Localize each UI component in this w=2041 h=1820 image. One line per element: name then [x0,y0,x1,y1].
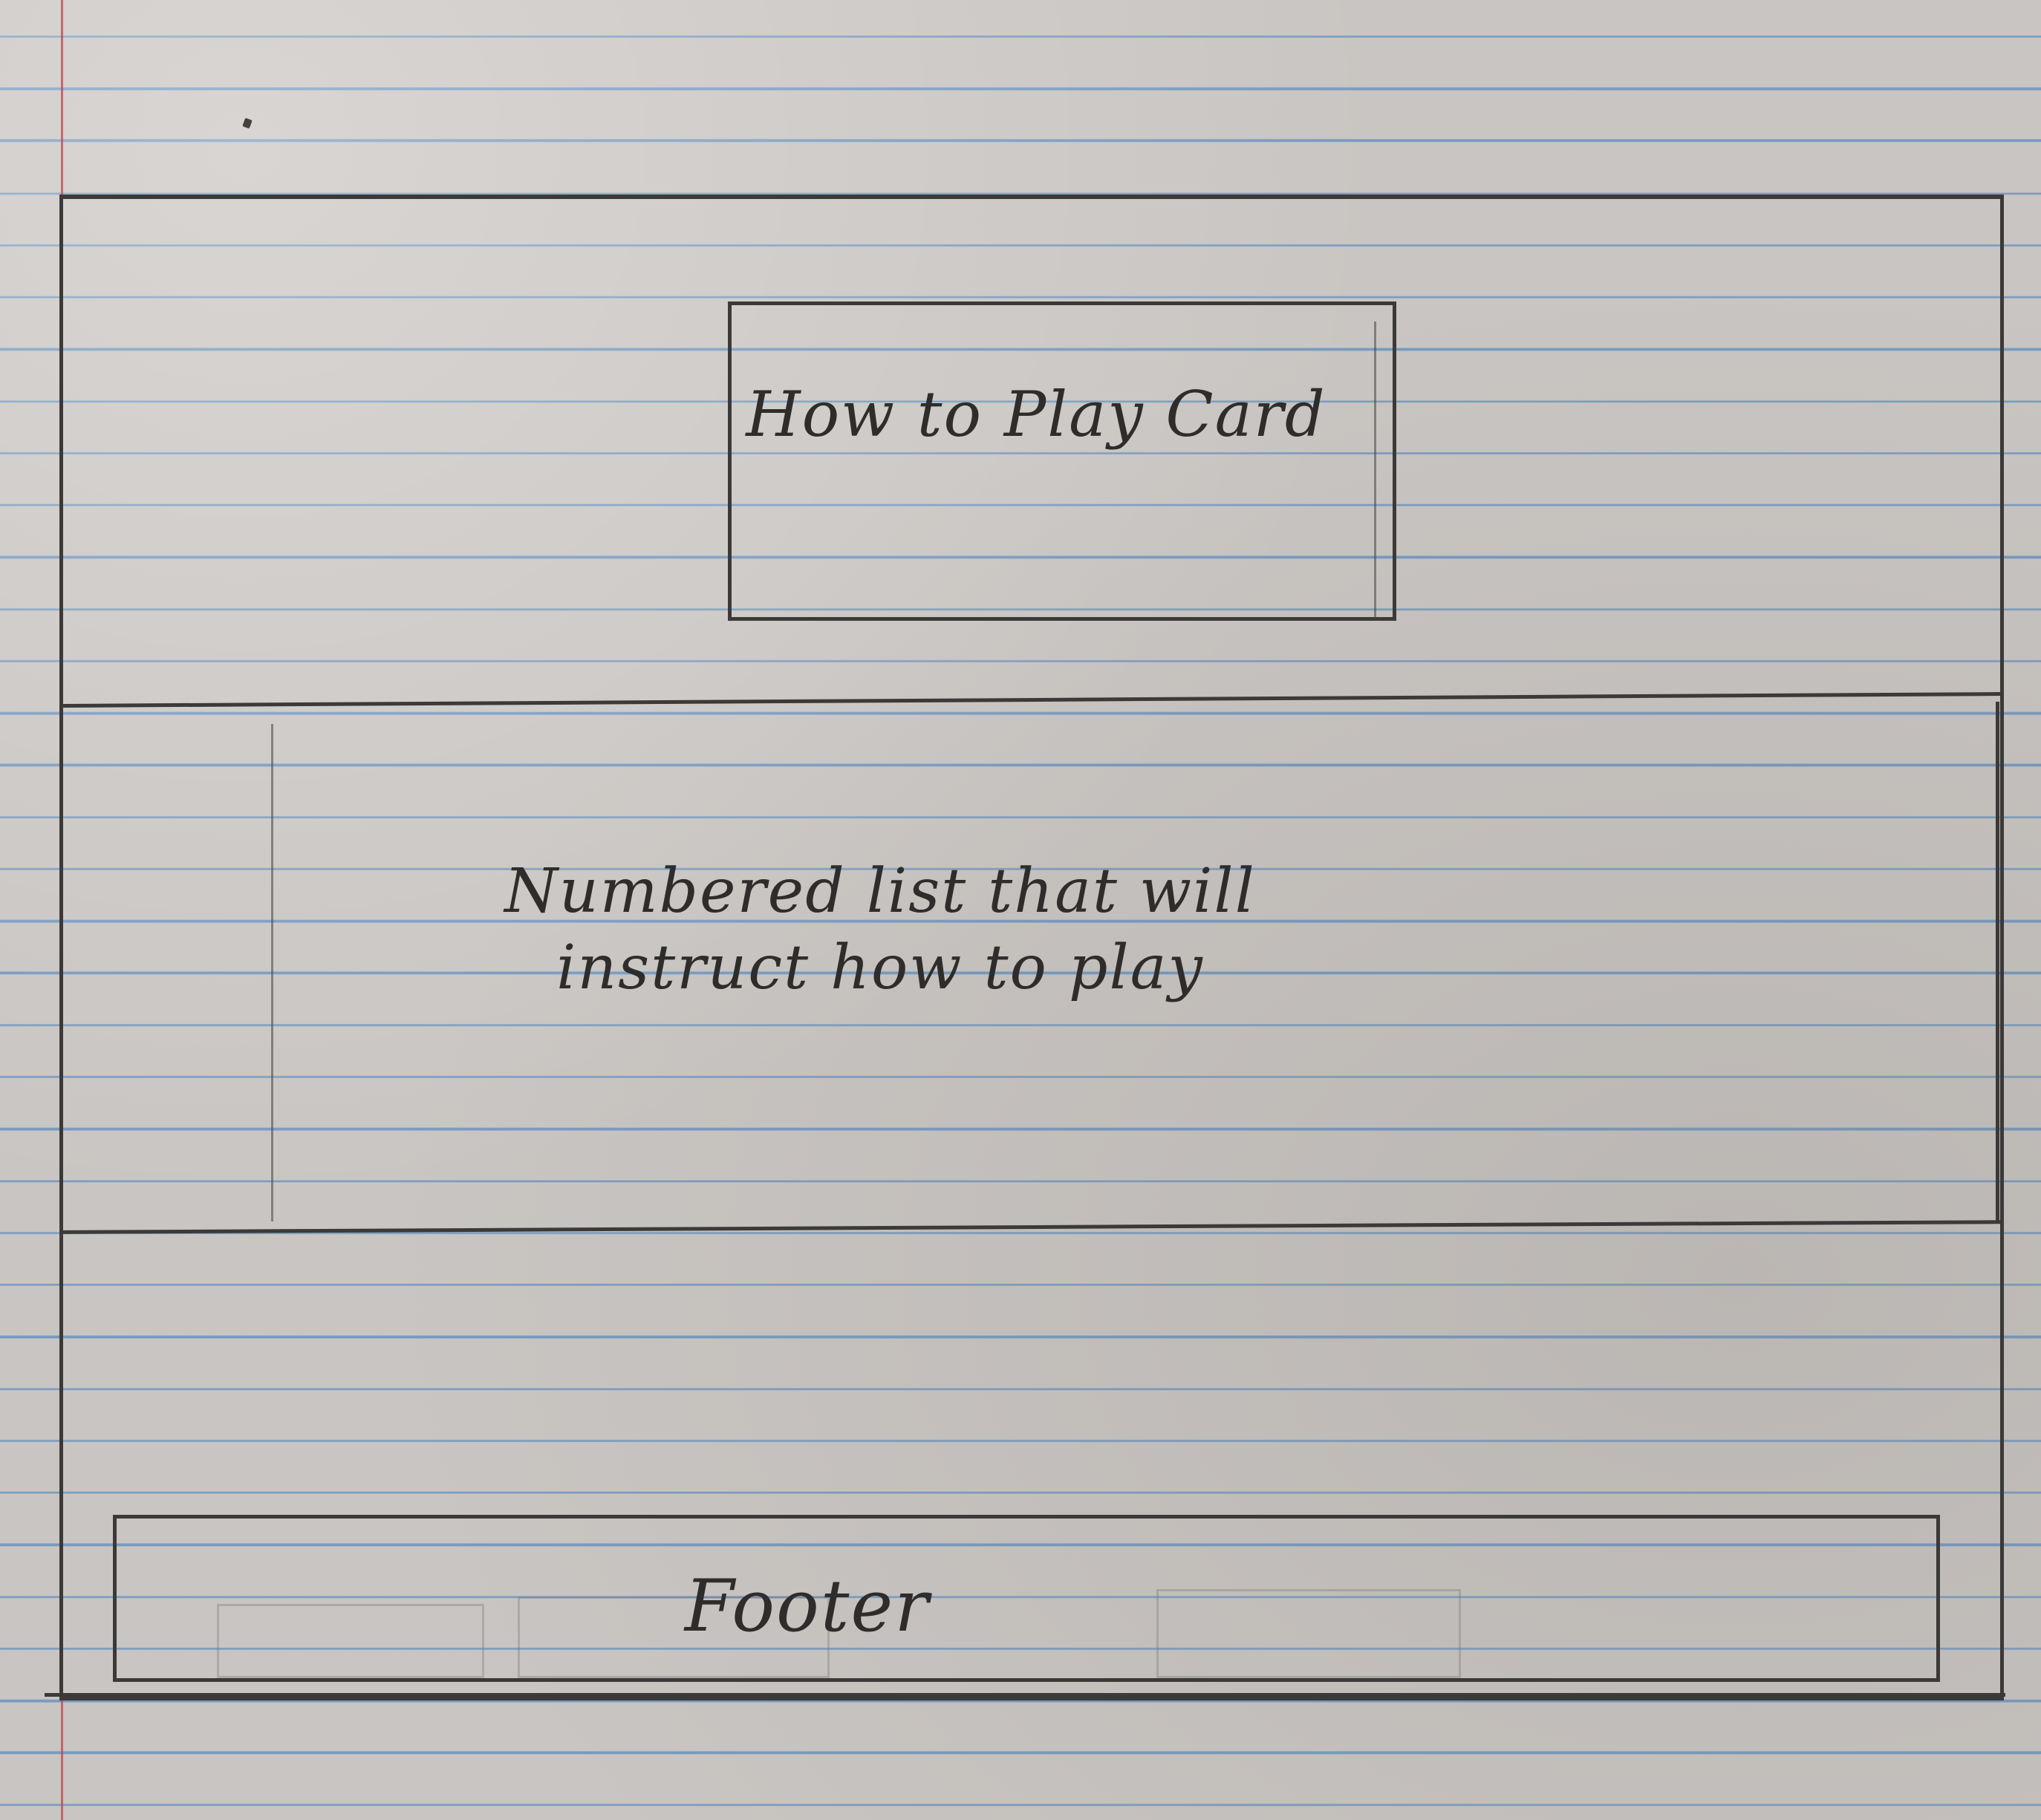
card-inner-edge [1374,322,1376,619]
footer-box: Footer [113,1515,1940,1682]
pencil-mark [242,117,253,129]
instructions-section: Numbered list that will instruct how to … [63,702,2002,1222]
footer-ghost-box-3 [1156,1589,1461,1678]
how-to-play-card[interactable]: How to Play Card [728,301,1396,621]
footer-ghost-box-1 [217,1604,484,1678]
card-label: How to Play Card [746,378,1327,451]
page-bottom-line [45,1693,2005,1697]
instructions-list-placeholder: Numbered list that will instruct how to … [504,856,1256,1003]
footer-label: Footer [684,1565,931,1648]
header-section: How to Play Card [63,199,2000,711]
instructions-right-edge [1996,702,1999,1222]
instructions-left-edge [271,724,273,1222]
